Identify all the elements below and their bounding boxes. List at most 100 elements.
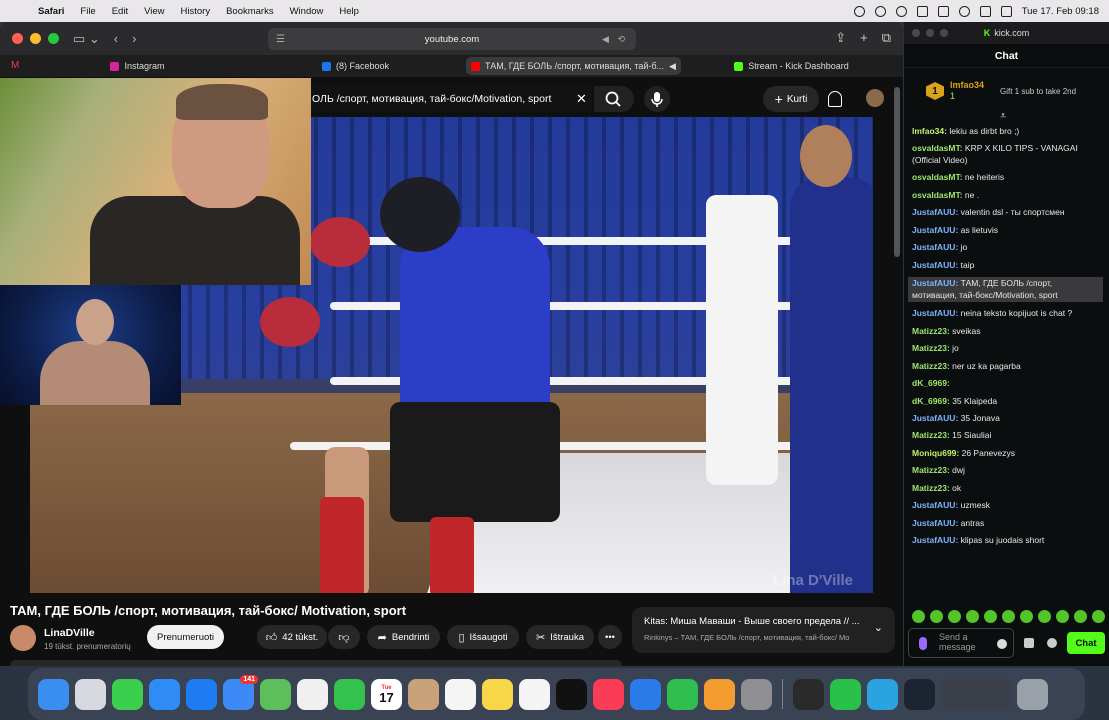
menu-file[interactable]: File <box>72 6 103 17</box>
clip-button[interactable]: ✂ Ištrauka <box>526 625 594 649</box>
create-button[interactable]: + Kurti <box>763 86 819 112</box>
page-menu-icon[interactable]: ☰ <box>276 34 285 45</box>
more-actions-button[interactable]: ••• <box>598 625 622 649</box>
chat-settings-icon[interactable] <box>1047 638 1057 648</box>
account-avatar[interactable] <box>866 89 884 107</box>
chat-message[interactable]: JustafAUU: taip <box>912 260 1103 271</box>
tab-facebook[interactable]: (8) Facebook <box>248 57 463 75</box>
messages-icon[interactable] <box>112 678 143 710</box>
up-next-card[interactable]: Kitas: Миша Маваши - Выше своего предела… <box>632 607 895 653</box>
apple-tv-icon[interactable] <box>556 678 587 710</box>
menu-app-name[interactable]: Safari <box>30 6 72 17</box>
chat-username[interactable]: JustafAUU: <box>912 278 958 288</box>
menu-window[interactable]: Window <box>282 6 332 17</box>
notifications-icon[interactable] <box>828 91 842 107</box>
chat-username[interactable]: Matizz23: <box>912 361 950 371</box>
gift-sub-prompt[interactable]: Gift 1 sub to take 2nd <box>1000 87 1076 96</box>
launchpad-icon[interactable] <box>75 678 106 710</box>
emote-icon[interactable] <box>1038 610 1051 623</box>
emote-icon[interactable] <box>1074 610 1087 623</box>
chat-message[interactable]: dK_6969: 35 Klaipeda <box>912 396 1103 407</box>
tab-kick[interactable]: Stream - Kick Dashboard <box>684 57 899 75</box>
chat-username[interactable]: dK_6969: <box>912 378 950 388</box>
facetime-icon[interactable] <box>334 678 365 710</box>
battery-icon[interactable] <box>937 5 949 17</box>
vpn-icon[interactable] <box>853 5 865 17</box>
chat-message[interactable]: JustafAUU: neina teksto kopijuot is chat… <box>912 308 1103 319</box>
emote-icon[interactable] <box>1020 610 1033 623</box>
chat-username[interactable]: osvaldasMT: <box>912 143 963 153</box>
kick-close-icon[interactable] <box>912 29 920 37</box>
emoji-picker-icon[interactable] <box>997 639 1007 649</box>
tab-instagram[interactable]: Instagram <box>30 57 245 75</box>
freeform-icon[interactable] <box>519 678 550 710</box>
keynote-icon[interactable] <box>630 678 661 710</box>
chat-message[interactable]: osvaldasMT: KRP X KILO TIPS - VANAGAI (O… <box>912 143 1103 166</box>
gmail-pinned-icon[interactable]: M <box>11 60 19 71</box>
subscribe-button[interactable]: Prenumeruoti <box>147 625 224 649</box>
contacts-icon[interactable] <box>408 678 439 710</box>
chat-message[interactable]: JustafAUU: as lietuvis <box>912 225 1103 236</box>
chat-username[interactable]: lmfao34: <box>912 126 947 136</box>
emote-icon[interactable] <box>912 610 925 623</box>
chat-username[interactable]: Matizz23: <box>912 465 950 475</box>
chat-message[interactable]: Moniqu699: 26 Panevezys <box>912 448 1103 459</box>
trash-icon[interactable] <box>1017 678 1048 710</box>
system-settings-icon[interactable] <box>741 678 772 710</box>
emote-icon[interactable] <box>1002 610 1015 623</box>
store-icon[interactable] <box>1024 638 1034 648</box>
chat-message[interactable]: JustafAUU: antras <box>912 518 1103 529</box>
chat-username[interactable]: osvaldasMT: <box>912 172 963 182</box>
menu-history[interactable]: History <box>173 6 219 17</box>
emote-icon[interactable] <box>930 610 943 623</box>
save-button[interactable]: ▯ Išsaugoti <box>447 625 519 649</box>
whatsapp-icon[interactable] <box>830 678 861 710</box>
url-actions-icons[interactable]: ◀ ⟲ <box>602 34 628 45</box>
chat-filter-icon[interactable]: ⩡ <box>1000 110 1006 123</box>
forward-icon[interactable]: › <box>132 31 136 46</box>
telegram-icon[interactable] <box>867 678 898 710</box>
chat-username[interactable]: JustafAUU: <box>912 535 958 545</box>
league-icon[interactable] <box>904 678 935 710</box>
audio-playing-icon[interactable]: ◀ <box>669 61 676 72</box>
send-icon[interactable] <box>874 5 886 17</box>
spotlight-icon[interactable] <box>979 5 991 17</box>
chat-username[interactable]: Moniqu699: <box>912 448 959 458</box>
numbers-icon[interactable] <box>667 678 698 710</box>
chat-message[interactable]: Matizz23: sveikas <box>912 326 1103 337</box>
description-box[interactable] <box>10 660 622 666</box>
address-bar[interactable]: ☰ youtube.com ◀ ⟲ <box>268 28 636 50</box>
menu-edit[interactable]: Edit <box>104 6 136 17</box>
chat-username[interactable]: Matizz23: <box>912 430 950 440</box>
kick-minimize-icon[interactable] <box>926 29 934 37</box>
music-icon[interactable] <box>593 678 624 710</box>
photos-icon[interactable] <box>297 678 328 710</box>
sidebar-toggle-icon[interactable]: ▭ ⌄ <box>73 31 100 47</box>
emote-icon[interactable] <box>966 610 979 623</box>
channel-avatar[interactable] <box>10 625 36 651</box>
chat-message[interactable]: osvaldasMT: ne . <box>912 190 1103 201</box>
channel-name[interactable]: LinaDVille <box>44 627 95 639</box>
window-icon[interactable] <box>916 5 928 17</box>
safari-icon[interactable] <box>149 678 180 710</box>
chat-username[interactable]: Matizz23: <box>912 326 950 336</box>
chat-message[interactable]: JustafAUU: ТАМ, ГДЕ БОЛЬ /спорт, мотивац… <box>908 277 1103 303</box>
search-button[interactable] <box>594 86 634 112</box>
chat-message[interactable]: JustafAUU: 35 Jonava <box>912 413 1103 424</box>
chat-message[interactable]: osvaldasMT: ne heiteris <box>912 172 1103 183</box>
emote-icon[interactable] <box>948 610 961 623</box>
chat-input[interactable]: Send a message <box>908 628 1014 658</box>
tab-overview-icon[interactable]: ⧉ <box>882 30 891 46</box>
share-button[interactable]: ➦ Bendrinti <box>367 625 440 649</box>
chat-message[interactable]: lmfao34: lekiu as dirbt bro ;) <box>912 126 1103 137</box>
notes-icon[interactable] <box>482 678 513 710</box>
dock-window-thumbnail[interactable] <box>941 678 1011 710</box>
tab-youtube[interactable]: ТАМ, ГДЕ БОЛЬ /спорт, мотивация, тай-б..… <box>466 57 681 75</box>
chat-message[interactable]: Matizz23: 15 Siauliai <box>912 430 1103 441</box>
wifi-icon[interactable] <box>958 5 970 17</box>
chevron-down-icon[interactable]: ⌄ <box>874 621 883 634</box>
menu-view[interactable]: View <box>136 6 172 17</box>
emote-icon[interactable] <box>1092 610 1105 623</box>
finder-icon[interactable] <box>38 678 69 710</box>
kick-zoom-icon[interactable] <box>940 29 948 37</box>
